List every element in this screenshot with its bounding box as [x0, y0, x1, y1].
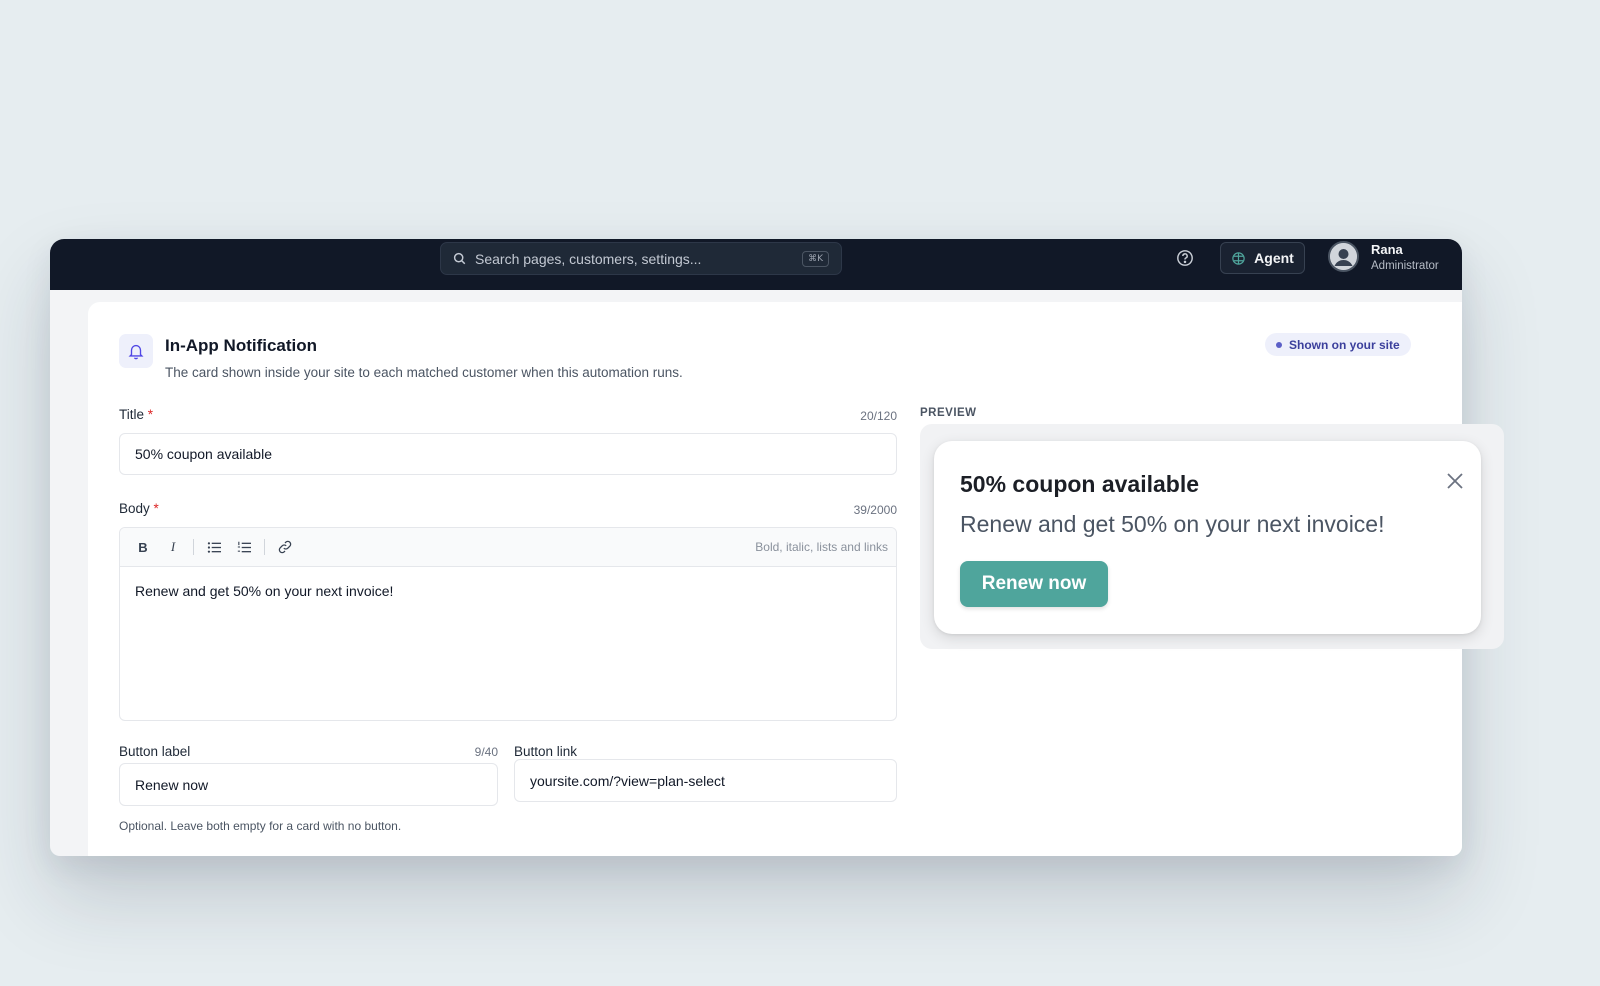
numbered-list-icon — [237, 541, 251, 552]
button-label-label: Button label — [119, 744, 191, 759]
button-link-label: Button link — [514, 744, 578, 759]
status-badge-label: Shown on your site — [1289, 337, 1400, 352]
body-label-text: Body — [119, 501, 150, 516]
button-label-input-value: Renew now — [135, 776, 209, 793]
title-label: Title * — [119, 407, 153, 422]
button-label-input[interactable]: Renew now — [119, 763, 498, 806]
preview-cta-button[interactable]: Renew now — [960, 561, 1108, 607]
user-avatar-icon — [1330, 243, 1357, 270]
link-button[interactable] — [272, 534, 298, 560]
preview-frame: 50% coupon available Renew and get 50% o… — [920, 424, 1504, 649]
body-editor-content[interactable]: Renew and get 50% on your next invoice! — [120, 567, 896, 615]
page-title: In-App Notification — [165, 336, 318, 355]
bold-button[interactable]: B — [130, 534, 156, 560]
required-mark: * — [153, 501, 159, 516]
link-icon — [278, 540, 292, 554]
bullet-list-button[interactable] — [201, 534, 227, 560]
status-badge: Shown on your site — [1265, 333, 1411, 356]
body-label: Body * — [119, 501, 159, 516]
numbered-list-button[interactable] — [231, 534, 257, 560]
search-placeholder: Search pages, customers, settings... — [475, 250, 702, 267]
user-name: Rana — [1371, 241, 1403, 257]
title-input[interactable]: 50% coupon available — [119, 433, 897, 475]
close-icon[interactable] — [1446, 472, 1464, 490]
global-search[interactable]: Search pages, customers, settings... ⌘K — [440, 242, 842, 275]
bell-icon — [128, 344, 144, 360]
toolbar-divider — [193, 539, 194, 555]
editor-toolbar: B I Bold, italic, lists and links — [120, 528, 896, 567]
button-label-counter: 9/40 — [474, 745, 498, 759]
avatar — [1328, 241, 1359, 272]
button-helper-text: Optional. Leave both empty for a card wi… — [119, 819, 402, 833]
preview-body: Renew and get 50% on your next invoice! — [960, 511, 1385, 537]
status-dot-icon — [1276, 341, 1282, 348]
title-label-text: Title — [119, 407, 145, 422]
preview-label: PREVIEW — [920, 407, 977, 419]
italic-button[interactable]: I — [160, 534, 186, 560]
toolbar-divider — [264, 539, 265, 555]
button-link-input[interactable]: yoursite.com/?view=plan-select — [514, 759, 897, 802]
top-bar: Search pages, customers, settings... ⌘K … — [50, 239, 1462, 290]
body-editor: B I Bold, italic, lists and links Renew … — [119, 527, 897, 721]
search-icon — [453, 252, 466, 265]
page-subtitle: The card shown inside your site to each … — [165, 365, 683, 380]
bullet-list-icon — [207, 541, 221, 553]
agent-label: Agent — [1254, 250, 1294, 266]
user-role: Administrator — [1371, 259, 1439, 272]
search-shortcut: ⌘K — [802, 250, 829, 267]
user-menu[interactable]: Rana Administrator — [1328, 241, 1439, 272]
toolbar-hint: Bold, italic, lists and links — [755, 540, 888, 554]
title-counter: 20/120 — [860, 409, 897, 423]
agent-icon — [1232, 251, 1245, 265]
body-counter: 39/2000 — [853, 503, 897, 517]
preview-title: 50% coupon available — [960, 471, 1200, 497]
required-mark: * — [147, 407, 154, 422]
button-link-input-value: yoursite.com/?view=plan-select — [530, 772, 725, 789]
agent-button[interactable]: Agent — [1220, 242, 1305, 274]
title-input-value: 50% coupon available — [135, 446, 272, 462]
preview-notification-card: 50% coupon available Renew and get 50% o… — [934, 441, 1481, 634]
header-icon-box — [119, 334, 153, 368]
help-icon[interactable] — [1176, 249, 1194, 267]
